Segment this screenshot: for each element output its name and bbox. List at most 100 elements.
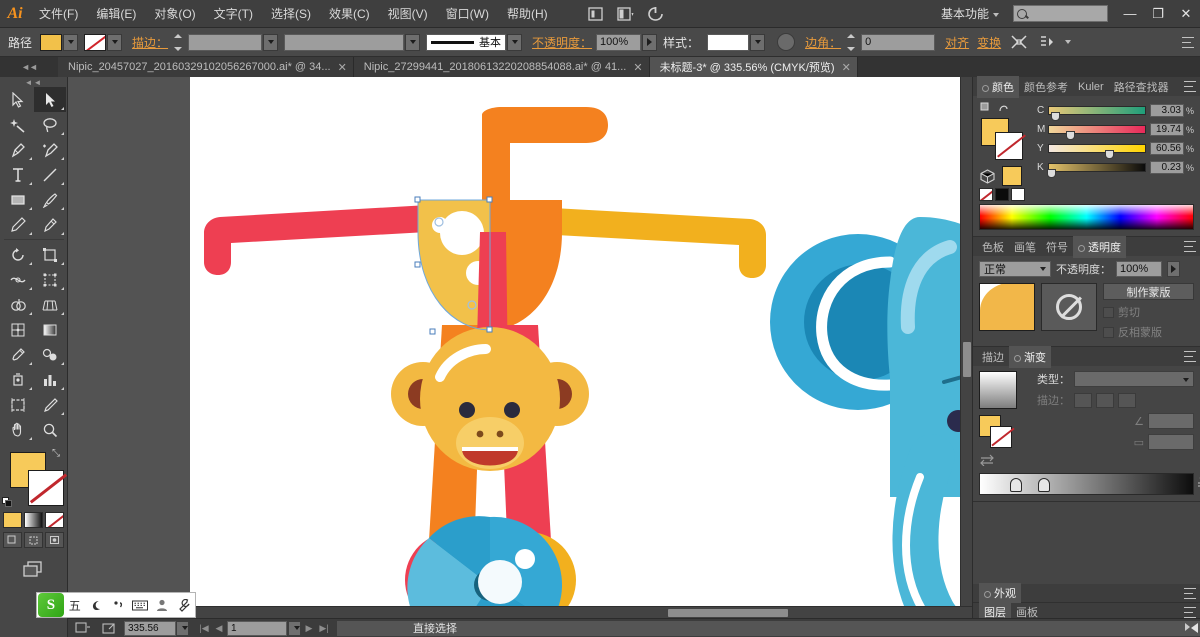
shape-builder-tool[interactable] bbox=[2, 292, 34, 317]
stroke-weight-field[interactable] bbox=[188, 33, 263, 51]
invert-mask-checkbox[interactable] bbox=[1103, 326, 1114, 338]
control-bar-menu[interactable] bbox=[1182, 36, 1194, 48]
tools-panel-grip[interactable]: ◄◄ bbox=[0, 77, 67, 87]
next-artboard-button[interactable]: ▶ bbox=[302, 621, 316, 636]
reverse-gradient-icon[interactable] bbox=[979, 453, 995, 467]
search-input[interactable] bbox=[1013, 5, 1108, 22]
slider-knob-c[interactable] bbox=[1050, 112, 1060, 121]
menu-effect[interactable]: 效果(C) bbox=[320, 1, 379, 26]
artboard[interactable] bbox=[190, 77, 972, 618]
zoom-level-field[interactable]: 335.56 bbox=[124, 620, 176, 636]
slice-tool[interactable] bbox=[34, 392, 66, 417]
artboard-number-field[interactable]: 1 bbox=[227, 620, 287, 636]
tab-swatches[interactable]: 色板 bbox=[977, 236, 1009, 258]
blend-mode-select[interactable]: 正常 bbox=[979, 261, 1051, 277]
clip-checkbox-row[interactable]: 剪切 bbox=[1103, 304, 1194, 320]
corner-control[interactable]: 0 bbox=[845, 33, 936, 51]
column-graph-tool[interactable] bbox=[34, 367, 66, 392]
style-swatch[interactable] bbox=[707, 33, 750, 51]
corner-label[interactable]: 边角： bbox=[805, 34, 841, 51]
add-anchor-point-tool[interactable] bbox=[34, 137, 66, 162]
comma-icon[interactable] bbox=[108, 593, 130, 617]
gradient-stroke-type-1[interactable] bbox=[1074, 392, 1092, 408]
change-screen-mode-button[interactable] bbox=[19, 558, 49, 580]
gradient-stroke-type-2[interactable] bbox=[1096, 392, 1114, 408]
cmyk-slider-c[interactable]: C 3.03 % bbox=[1037, 103, 1194, 121]
status-text-area[interactable]: 直接选择 bbox=[337, 620, 1200, 636]
pencil-tool[interactable] bbox=[2, 212, 34, 237]
artboard-dropdown[interactable] bbox=[288, 620, 301, 636]
wrench-icon[interactable] bbox=[173, 593, 195, 617]
canvas-area[interactable] bbox=[68, 77, 972, 618]
moon-icon[interactable] bbox=[86, 593, 108, 617]
opacity-dropdown[interactable] bbox=[642, 33, 658, 51]
rotate-tool[interactable] bbox=[2, 242, 34, 267]
panel-menu-icon[interactable] bbox=[1182, 36, 1194, 48]
zoom-out-icon[interactable] bbox=[72, 621, 94, 636]
transparency-mask-thumbnail[interactable] bbox=[1041, 283, 1097, 331]
type-tool[interactable] bbox=[2, 162, 34, 187]
fill-swatch[interactable] bbox=[40, 33, 63, 51]
stroke-profile-field[interactable] bbox=[284, 33, 405, 51]
swatch-white[interactable] bbox=[1011, 188, 1025, 201]
tab-transparency[interactable]: 透明度 bbox=[1073, 235, 1126, 258]
gradient-tool[interactable] bbox=[34, 317, 66, 342]
stroke-color-swatch[interactable] bbox=[28, 470, 64, 506]
brush-definition-control[interactable]: 基本 bbox=[426, 33, 523, 51]
gradient-angle-field[interactable] bbox=[1148, 413, 1194, 429]
gradient-type-select[interactable] bbox=[1074, 371, 1194, 387]
stroke-weight-control[interactable] bbox=[172, 33, 279, 51]
cmyk-slider-y[interactable]: Y 60.56 % bbox=[1037, 141, 1194, 159]
brush-definition-dropdown[interactable] bbox=[507, 33, 523, 51]
select-similar-icon[interactable] bbox=[1036, 33, 1058, 51]
menu-object[interactable]: 对象(O) bbox=[145, 1, 204, 26]
canvas-horizontal-scrollbar[interactable] bbox=[68, 606, 972, 618]
gradient-location-field[interactable] bbox=[1148, 434, 1194, 450]
tab-appearance[interactable]: 外观 bbox=[979, 583, 1021, 603]
envelope-distort-icon[interactable] bbox=[1008, 33, 1030, 51]
none-button[interactable] bbox=[45, 512, 64, 528]
line-segment-tool[interactable] bbox=[34, 162, 66, 187]
swatch-black[interactable] bbox=[995, 188, 1009, 201]
slider-track-k[interactable] bbox=[1046, 163, 1146, 178]
stroke-indicator-icon[interactable] bbox=[997, 101, 1011, 114]
close-icon[interactable]: ✕ bbox=[633, 61, 642, 74]
tab-pathfinder[interactable]: 路径查找器 bbox=[1109, 76, 1174, 98]
scrollbar-thumb[interactable] bbox=[668, 609, 788, 617]
select-similar-chevron-icon[interactable] bbox=[1065, 40, 1072, 44]
panel-menu-icon[interactable] bbox=[1184, 241, 1196, 252]
make-mask-button[interactable]: 制作蒙版 bbox=[1103, 283, 1194, 300]
draw-normal-button[interactable] bbox=[3, 532, 22, 548]
scale-tool[interactable] bbox=[34, 242, 66, 267]
previous-artboard-button[interactable]: ◀ bbox=[212, 621, 226, 636]
direct-selection-tool[interactable] bbox=[34, 87, 66, 112]
blob-brush-tool[interactable] bbox=[34, 212, 66, 237]
menu-window[interactable]: 窗口(W) bbox=[437, 1, 498, 26]
opacity-dropdown-button[interactable] bbox=[1167, 261, 1180, 277]
draw-inside-button[interactable] bbox=[45, 532, 64, 548]
tab-kuler[interactable]: Kuler bbox=[1073, 78, 1109, 96]
close-icon[interactable]: ✕ bbox=[338, 61, 347, 74]
cmyk-slider-k[interactable]: K 0.23 % bbox=[1037, 160, 1194, 178]
isolation-mode-button[interactable] bbox=[777, 33, 796, 51]
menu-view[interactable]: 视图(V) bbox=[379, 1, 437, 26]
keyboard-icon[interactable] bbox=[129, 593, 151, 617]
paintbrush-tool[interactable] bbox=[34, 187, 66, 212]
corner-field[interactable]: 0 bbox=[861, 33, 936, 51]
cmyk-slider-m[interactable]: M 19.74 % bbox=[1037, 122, 1194, 140]
perspective-grid-tool[interactable] bbox=[34, 292, 66, 317]
opacity-field[interactable]: 100% bbox=[596, 33, 642, 51]
fill-dropdown-button[interactable] bbox=[63, 33, 79, 51]
close-icon[interactable]: ✕ bbox=[842, 61, 851, 74]
color-preview-swatch[interactable] bbox=[1002, 166, 1022, 186]
last-artboard-button[interactable]: ▶| bbox=[317, 621, 331, 636]
gradient-stop-2[interactable] bbox=[1037, 478, 1050, 492]
document-tab-2[interactable]: Nipic_27299441_20180613220208854088.ai* … bbox=[353, 57, 650, 77]
document-tab-3-active[interactable]: 未标题-3* @ 335.56% (CMYK/预览) ✕ bbox=[649, 57, 858, 77]
panel-menu-icon[interactable] bbox=[1184, 351, 1196, 362]
stroke-color-control[interactable] bbox=[84, 33, 123, 51]
stroke-swatch-none[interactable] bbox=[84, 33, 107, 51]
align-label[interactable]: 对齐 bbox=[945, 34, 969, 51]
magic-wand-tool[interactable] bbox=[2, 112, 34, 137]
tab-symbols[interactable]: 符号 bbox=[1041, 236, 1073, 258]
